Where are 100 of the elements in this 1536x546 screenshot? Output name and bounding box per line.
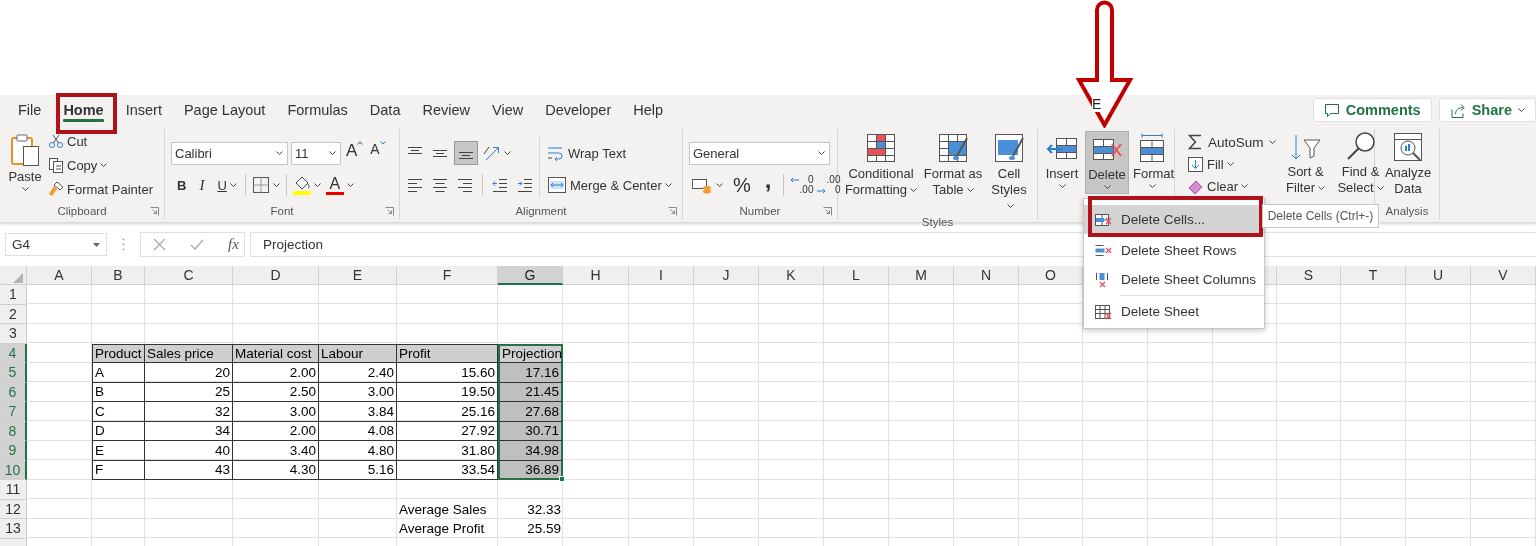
column-header[interactable]: H [563,266,629,285]
share-button[interactable]: Share [1438,98,1536,122]
column-header[interactable]: K [759,266,824,285]
table-cell: Labour [319,343,397,363]
grow-font-button[interactable]: A [344,141,366,165]
ribbon-tab[interactable]: Formulas [276,95,359,125]
ribbon-tab[interactable]: Page Layout [172,95,277,125]
underline-button[interactable]: U [211,173,241,197]
keytip: E [1092,97,1102,112]
row-header[interactable]: 1 [0,285,27,305]
menu-item[interactable]: Delete Sheet Columns [1084,265,1264,294]
ribbon-tab[interactable]: Data [358,95,412,125]
column-header[interactable]: J [694,266,759,285]
ribbon-tab[interactable]: View [481,95,535,125]
comments-button[interactable]: Comments [1312,98,1432,122]
bold-button[interactable]: B [171,173,193,197]
row-header[interactable]: 13 [0,519,27,539]
column-header[interactable]: U [1406,266,1471,285]
style-button[interactable]: Conditional Formatting [841,131,921,200]
column-header[interactable]: T [1341,266,1406,285]
column-header[interactable]: N [954,266,1019,285]
fill-down-icon [1187,155,1204,173]
table-cell: 2.00 [233,363,319,383]
column-header[interactable]: O [1019,266,1083,285]
ribbon-tab[interactable]: Home [52,95,115,125]
column-header[interactable]: F [397,266,498,285]
table-cell: 30.71 [498,421,563,441]
ribbon-tab[interactable]: Review [411,95,481,125]
down-caret-icon [379,141,386,145]
row-header[interactable]: 9 [0,441,27,461]
ribbon-tab[interactable]: File [7,95,53,125]
merge-center-button[interactable]: Merge & Center [545,173,674,197]
align-button[interactable] [454,141,478,165]
number-format-field[interactable]: General [689,141,830,165]
shrink-font-button[interactable]: A [368,141,388,165]
sort-filter-button[interactable]: Sort & Filter [1281,129,1330,198]
insert-function-button[interactable]: fx [228,236,239,253]
column-header[interactable]: G [498,266,563,285]
clear-button[interactable]: Clear [1185,175,1251,197]
fill-button[interactable]: Fill [1185,153,1236,175]
row-header[interactable]: 5 [0,363,27,383]
table-cell: 43 [145,460,233,480]
column-header[interactable]: V [1471,266,1536,285]
column-header[interactable]: B [92,266,145,285]
sort-filter-icon [1289,132,1322,162]
launcher-icon [150,207,159,216]
caret-icon [504,151,511,155]
menu-item[interactable]: Delete Sheet [1084,297,1264,326]
column-header[interactable]: M [889,266,954,285]
table-cell: 2.40 [319,363,397,383]
table-cell: F [92,460,145,480]
cut-button[interactable]: Cut [46,129,90,153]
group-label: Clipboard [57,205,107,217]
fill-handle[interactable] [559,476,565,482]
style-button[interactable]: Cell Styles [985,131,1033,216]
arrow-icon [817,188,827,194]
ribbon-tab[interactable]: Insert [114,95,173,125]
column-header[interactable]: E [319,266,397,285]
row-header[interactable]: 7 [0,402,27,422]
ribbon-tab[interactable]: Help [622,95,675,125]
wrap-text-button[interactable]: Wrap Text [545,141,629,165]
table-cell: 4.30 [233,460,319,480]
caret-icon [313,183,321,187]
cells-button[interactable]: Insert [1041,131,1083,192]
column-header[interactable]: D [233,266,319,285]
font-name-field[interactable]: Calibri [171,141,288,165]
row-header[interactable]: 3 [0,324,27,344]
italic-button[interactable]: I [193,173,211,197]
ribbon-tab[interactable]: Developer [534,95,623,125]
percent-button[interactable]: % [728,173,756,197]
analyze-data-button[interactable]: Analyze Data [1381,130,1435,199]
sigma-icon [1187,133,1203,151]
column-header[interactable]: S [1277,266,1341,285]
format-painter-button[interactable]: Format Painter [46,177,155,201]
copy-button[interactable]: Copy [46,153,110,177]
table-cell: Sales price [145,343,233,363]
column-header[interactable]: I [629,266,694,285]
table-cell: 40 [145,441,233,461]
cells-button[interactable]: Format [1131,131,1173,192]
column-header[interactable]: L [824,266,889,285]
up-caret-icon [357,141,364,145]
style-button[interactable]: Format as Table [921,131,985,200]
decrease-decimal-button[interactable]: .00 0 [817,173,842,197]
table-cell: 20 [145,363,233,383]
caret-icon [1103,185,1111,189]
name-box[interactable]: G4 [5,233,107,256]
cells-button[interactable]: Delete [1085,131,1129,194]
paste-icon [9,133,41,167]
row-header[interactable]: 11 [0,480,27,500]
paste-button[interactable]: Paste [6,132,44,193]
table-cell: 2.00 [233,421,319,441]
align-lines-icon [457,177,473,193]
comma-button[interactable]: , [758,173,778,197]
column-header[interactable]: C [145,266,233,285]
autosum-button[interactable]: AutoSum [1185,131,1278,153]
column-header[interactable]: A [27,266,92,285]
font-size-field[interactable]: 11 [291,141,341,165]
group-label: Styles [921,216,954,228]
font-color-button[interactable]: A [323,173,356,197]
increase-decimal-button[interactable]: 0 .00 [790,173,815,197]
